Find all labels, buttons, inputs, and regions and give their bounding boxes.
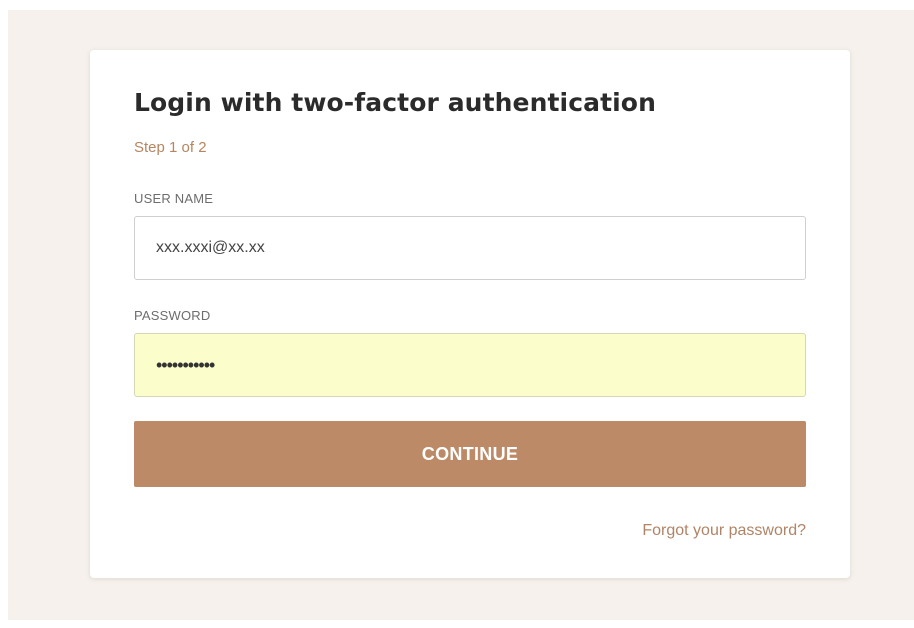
forgot-password-link[interactable]: Forgot your password? [642, 522, 806, 540]
login-card: Login with two-factor authentication Ste… [90, 50, 850, 578]
username-value: xxx.xxxi@xx.xx [156, 239, 265, 256]
continue-button[interactable]: CONTINUE [134, 421, 806, 487]
password-input[interactable]: ••••••••••• [134, 333, 806, 397]
login-title: Login with two-factor authentication [134, 88, 656, 117]
username-input[interactable]: xxx.xxxi@xx.xx [134, 216, 806, 280]
password-value: ••••••••••• [156, 354, 215, 375]
step-indicator: Step 1 of 2 [134, 139, 207, 156]
username-label: USER NAME [134, 191, 214, 206]
password-label: PASSWORD [134, 308, 211, 323]
